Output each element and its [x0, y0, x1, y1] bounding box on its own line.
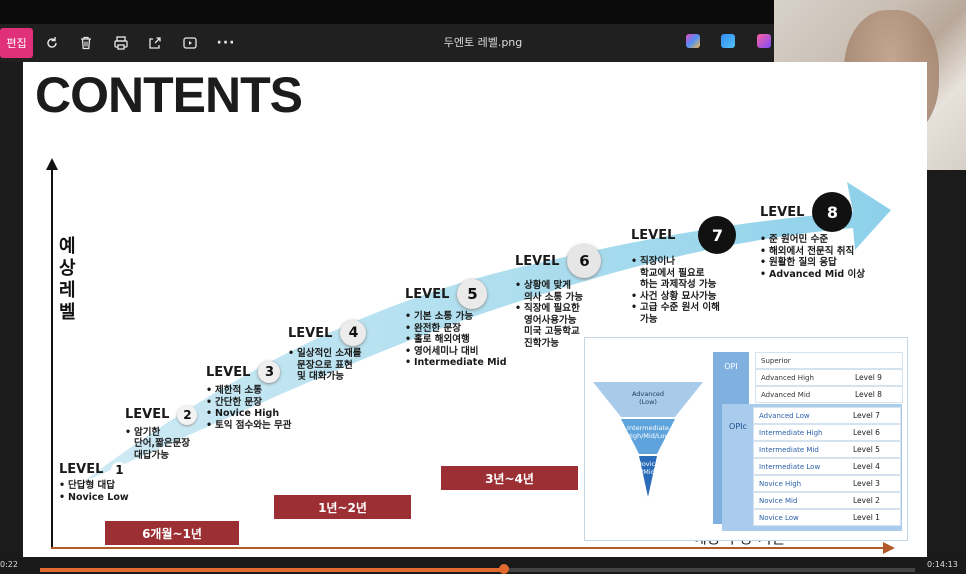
- level-table-row: Advanced Mid Level 8: [755, 386, 903, 403]
- level-table-name: Intermediate High: [759, 428, 823, 437]
- y-axis-arrow: [46, 158, 58, 170]
- opi-label: OPI: [724, 362, 738, 371]
- level-table-name: Novice Mid: [759, 496, 798, 505]
- level-number: 5: [457, 279, 488, 309]
- level-8: LEVEL 8 준 원어민 수준 해외에서 전문직 취직 원활한 질의 응답 A…: [760, 192, 900, 280]
- opic-label: OPIc: [729, 422, 747, 431]
- level-table-row: Novice Low Level 1: [753, 509, 901, 526]
- level-8-item: Advanced Mid 이상: [760, 269, 900, 281]
- opic-level-inset: Advanced (Low) Intermediate (High/Mid/Lo…: [584, 337, 908, 541]
- level-1-item: 단답형 대답: [59, 480, 179, 492]
- level-6-item: 상황에 맞게 의사 소통 가능: [515, 280, 645, 303]
- progress-fill: [40, 568, 504, 572]
- level-7-item: 직장이나 학교에서 필요로 하는 과제작성 가능: [631, 256, 771, 291]
- clipchamp-icon[interactable]: [757, 34, 771, 48]
- y-axis-label: 예 상 레 벨: [59, 236, 76, 323]
- level-number: 1: [111, 461, 128, 478]
- level-number: 3: [258, 361, 281, 383]
- level-3-item: 토익 점수와는 무관: [206, 420, 336, 432]
- funnel-advanced: Advanced (Low): [631, 390, 665, 406]
- level-3-item: 간단한 문장: [206, 397, 336, 409]
- level-table-name: Advanced Mid: [761, 390, 811, 399]
- level-table-level: Level 8: [855, 390, 882, 399]
- level-number: 4: [340, 320, 367, 346]
- y-axis: [51, 162, 53, 547]
- period-bar-2: 1년~2년: [274, 495, 411, 519]
- photo-editor-icon[interactable]: [721, 34, 735, 48]
- level-4: LEVEL 4 일상적인 소재를 문장으로 표현 및 대화가능: [288, 320, 418, 383]
- level-4-item: 일상적인 소재를 문장으로 표현 및 대화가능: [288, 348, 418, 383]
- level-8-item: 준 원어민 수준: [760, 234, 900, 246]
- level-label: LEVEL: [405, 286, 450, 302]
- funnel-intermediate: Intermediate (High/Mid/Low): [623, 424, 673, 440]
- level-label: LEVEL: [631, 227, 676, 243]
- level-table-name: Advanced High: [761, 373, 814, 382]
- period-bar-3: 3년~4년: [441, 466, 578, 490]
- level-6: LEVEL 6 상황에 맞게 의사 소통 가능 직장에 필요한 영어사용가능 미…: [515, 244, 645, 349]
- level-table-level: Level 9: [855, 373, 882, 382]
- level-table-level: Level 7: [853, 411, 880, 420]
- current-time: 0:22: [0, 560, 18, 569]
- slide-title: CONTENTS: [35, 67, 303, 123]
- progress-track[interactable]: [40, 568, 915, 572]
- level-label: LEVEL: [125, 407, 170, 422]
- level-table-name: Superior: [761, 356, 791, 365]
- level-table-row: Novice High Level 3: [753, 475, 901, 492]
- level-table-row: Intermediate Low Level 4: [753, 458, 901, 475]
- x-axis-arrow: [883, 542, 895, 554]
- level-3-item: Novice High: [206, 408, 336, 420]
- level-number: 6: [567, 244, 602, 278]
- level-table-level: Level 2: [853, 496, 880, 505]
- level-1: LEVEL 1 단답형 대답 Novice Low: [59, 459, 179, 503]
- progress-handle[interactable]: [498, 564, 509, 574]
- level-table-row: Novice Mid Level 2: [753, 492, 901, 509]
- level-label: LEVEL: [206, 364, 251, 380]
- level-table-row: Advanced High Level 9: [755, 369, 903, 386]
- level-table-row: Superior: [755, 352, 903, 369]
- level-1-item: Novice Low: [59, 492, 179, 504]
- level-number: 7: [698, 216, 737, 254]
- level-table-row: Advanced Low Level 7: [753, 407, 901, 424]
- level-label: LEVEL: [760, 204, 805, 220]
- level-8-item: 해외에서 전문직 취직: [760, 246, 900, 258]
- slide-image: CONTENTS 예 상 레 벨 예상 수강 기간 6개월~1년 1년~2년 3…: [23, 62, 927, 557]
- level-label: LEVEL: [59, 462, 104, 477]
- level-number: 2: [177, 404, 198, 425]
- level-label: LEVEL: [515, 253, 560, 269]
- level-table-name: Novice Low: [759, 513, 799, 522]
- level-table-name: Advanced Low: [759, 411, 810, 420]
- level-table-name: Intermediate Mid: [759, 445, 819, 454]
- level-table-level: Level 1: [853, 513, 880, 522]
- funnel-novice: Novice (High/Mid/Low): [623, 460, 673, 476]
- total-time: 0:14:13: [927, 560, 958, 569]
- level-2-item: 암기한 단어,짧은문장 대답가능: [125, 427, 245, 462]
- level-5-item: Intermediate Mid: [405, 357, 535, 369]
- level-table-name: Novice High: [759, 479, 802, 488]
- level-label: LEVEL: [288, 325, 333, 341]
- level-table-row: Intermediate High Level 6: [753, 424, 901, 441]
- level-table-level: Level 6: [853, 428, 880, 437]
- level-7: LEVEL 7 직장이나 학교에서 필요로 하는 과제작성 가능 사건 상황 묘…: [631, 216, 771, 325]
- level-table-level: Level 3: [853, 479, 880, 488]
- level-table-level: Level 4: [853, 462, 880, 471]
- level-table-level: Level 5: [853, 445, 880, 454]
- level-7-item: 고급 수준 원서 이해 가능: [631, 302, 771, 325]
- level-7-item: 사건 상황 묘사가능: [631, 291, 771, 303]
- copilot-icon[interactable]: [686, 34, 700, 48]
- level-3-item: 제한적 소통: [206, 385, 336, 397]
- period-bar-1: 6개월~1년: [105, 521, 239, 545]
- level-table-row: Intermediate Mid Level 5: [753, 441, 901, 458]
- window-top-strip: [0, 0, 780, 24]
- level-8-item: 원활한 질의 응답: [760, 257, 900, 269]
- level-number: 8: [812, 192, 853, 232]
- level-table-name: Intermediate Low: [759, 462, 821, 471]
